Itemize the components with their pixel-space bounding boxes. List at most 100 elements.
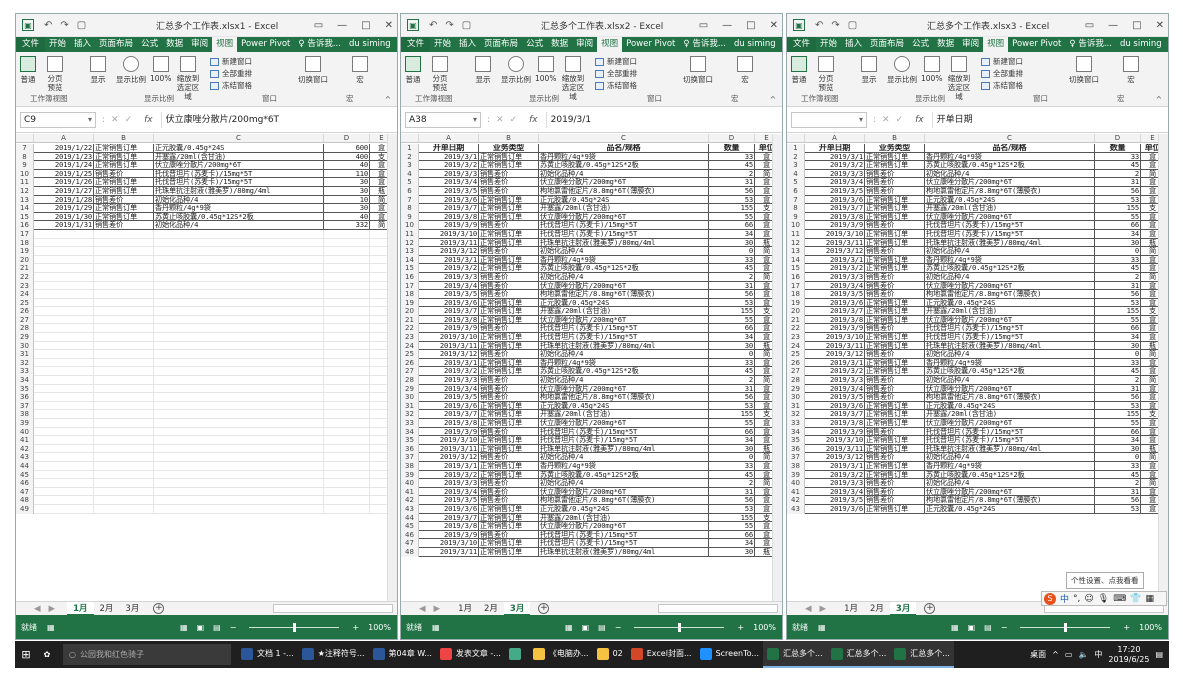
cell[interactable]: 2019/3/9 <box>419 427 479 437</box>
cell[interactable] <box>324 419 370 428</box>
cell[interactable] <box>154 479 324 488</box>
cell[interactable]: 枸地氯雷他定片/8.8mg*6T(薄膜衣) <box>925 186 1095 196</box>
cell[interactable]: 开塞露/20ml(含甘油) <box>539 513 709 523</box>
cell[interactable]: 30 <box>1095 444 1141 454</box>
cell[interactable]: 2019/3/7 <box>805 307 865 316</box>
cell[interactable] <box>34 229 94 239</box>
cell[interactable]: 销售差价 <box>479 178 539 187</box>
ribbon-tab[interactable]: 页面布局 <box>480 37 522 52</box>
row-header[interactable]: 10 <box>16 169 34 179</box>
sheet-grid[interactable]: A B C D E 7 2019/1/22 正常销售订单 正元胶囊/0.45g*24S 600 盒 8… <box>16 134 397 601</box>
row-header[interactable]: 12 <box>787 238 805 248</box>
app-icon[interactable]: ✿ <box>37 650 57 659</box>
cell[interactable]: 2019/3/4 <box>419 487 479 497</box>
fx-icon[interactable]: fx <box>529 115 538 125</box>
ribbon-tab[interactable]: 开始 <box>816 37 841 52</box>
cell[interactable]: 53 <box>1095 401 1141 411</box>
cell[interactable] <box>154 496 324 505</box>
cell[interactable]: 2019/3/6 <box>805 298 865 308</box>
cell[interactable]: 2019/3/1 <box>805 461 865 471</box>
cell[interactable]: 53 <box>1095 504 1141 514</box>
ribbon-tab[interactable]: 视图 <box>212 37 238 52</box>
cell[interactable]: 伏立康唑分散片/200mg*6T <box>539 281 709 291</box>
cell[interactable]: 正常销售订单 <box>865 333 925 342</box>
cell[interactable]: 56 <box>709 290 755 299</box>
cell[interactable]: 2019/3/4 <box>419 384 479 394</box>
cell[interactable] <box>34 255 94 265</box>
cell[interactable] <box>324 367 370 377</box>
cell[interactable]: 66 <box>1095 427 1141 437</box>
redo-icon[interactable]: ↷ <box>60 20 68 31</box>
cell[interactable]: 正常销售订单 <box>479 410 539 419</box>
row-header[interactable]: 21 <box>401 315 419 325</box>
cell[interactable]: 苏黄止咳胶囊/0.45g*12S*2板 <box>925 161 1095 170</box>
row-header[interactable]: 23 <box>16 281 34 291</box>
cell[interactable] <box>94 341 154 351</box>
cell[interactable]: 正常销售订单 <box>479 212 539 222</box>
cell[interactable]: 苏黄止咳胶囊/0.45g*12S*2板 <box>925 264 1095 273</box>
show-button[interactable]: 显示 <box>90 56 106 85</box>
taskbar-item[interactable]: ScreenTo... <box>696 641 763 668</box>
cell[interactable] <box>324 376 370 385</box>
cell[interactable]: 34 <box>709 539 755 548</box>
cell[interactable] <box>324 461 370 471</box>
cell[interactable] <box>154 324 324 334</box>
sheet-tab[interactable]: 1月 <box>838 602 864 616</box>
cell[interactable]: 2019/3/12 <box>419 453 479 462</box>
cell[interactable]: 正常销售订单 <box>479 513 539 523</box>
cell[interactable] <box>94 427 154 437</box>
taskbar-item[interactable]: 文档 1 -... <box>237 641 298 668</box>
cell[interactable]: 2019/3/11 <box>419 444 479 454</box>
row-header[interactable]: 13 <box>787 247 805 256</box>
cell[interactable]: 苏黄止咳胶囊/0.45g*12S*2板 <box>539 264 709 273</box>
minimize-icon[interactable]: — <box>337 20 347 31</box>
cell[interactable]: 2019/3/2 <box>805 264 865 273</box>
cell[interactable] <box>94 264 154 273</box>
cell[interactable]: 53 <box>1095 298 1141 308</box>
cell[interactable]: 初始化品种/4 <box>539 479 709 488</box>
cell[interactable]: 正元胶囊/0.45g*24S <box>925 401 1095 411</box>
row-header[interactable]: 46 <box>16 479 34 488</box>
punct-icon[interactable]: °, <box>1073 594 1080 604</box>
cell[interactable]: 正常销售订单 <box>865 461 925 471</box>
cell[interactable]: 香丹颗粒/4g*9袋 <box>925 461 1095 471</box>
cell[interactable] <box>324 272 370 282</box>
cell[interactable]: 55 <box>709 522 755 531</box>
cell[interactable]: 2019/3/9 <box>805 427 865 437</box>
sogou-icon[interactable]: S <box>1044 592 1056 605</box>
row-header[interactable]: 19 <box>16 247 34 256</box>
cell[interactable]: 正常销售订单 <box>865 504 925 514</box>
cell[interactable]: 正常销售订单 <box>479 195 539 205</box>
zoom-level[interactable]: 100% <box>368 623 391 632</box>
cell[interactable]: 伏立康唑分散片/200mg*6T <box>925 315 1095 325</box>
cell[interactable]: 品名/规格 <box>539 144 709 153</box>
freeze-panes-button[interactable]: 冻结窗格 <box>210 80 252 91</box>
cell[interactable]: 66 <box>709 324 755 334</box>
row-header[interactable]: 22 <box>16 272 34 282</box>
cell[interactable]: 2019/3/11 <box>419 547 479 557</box>
cell[interactable]: 枸地氯雷他定片/8.8mg*6T(薄膜衣) <box>925 393 1095 402</box>
cell[interactable]: 34 <box>709 333 755 342</box>
row-header[interactable]: 28 <box>16 324 34 334</box>
row-header[interactable]: 19 <box>401 298 419 308</box>
cell[interactable]: 初始化品种/4 <box>925 453 1095 462</box>
cell[interactable]: 香丹颗粒/4g*9袋 <box>539 255 709 265</box>
cell[interactable]: 正常销售订单 <box>479 298 539 308</box>
page-break-icon[interactable]: ▤ <box>984 623 992 632</box>
cell[interactable]: 销售差价 <box>479 496 539 505</box>
cell[interactable]: 伏立康唑分散片/200mg*6T <box>539 178 709 187</box>
row-header[interactable]: 16 <box>787 272 805 282</box>
cell[interactable]: 销售差价 <box>865 247 925 256</box>
cell[interactable]: 34 <box>709 229 755 239</box>
row-header[interactable]: 11 <box>16 178 34 187</box>
cell[interactable]: 正常销售订单 <box>865 444 925 454</box>
cell[interactable]: 正常销售订单 <box>479 152 539 162</box>
cell[interactable] <box>324 324 370 334</box>
cell[interactable] <box>154 367 324 377</box>
row-header[interactable]: 4 <box>787 169 805 179</box>
cell[interactable]: 0 <box>709 350 755 359</box>
maximize-icon[interactable]: □ <box>746 20 755 31</box>
cell[interactable] <box>324 453 370 462</box>
cell[interactable] <box>34 436 94 445</box>
row-header[interactable]: 24 <box>401 341 419 351</box>
